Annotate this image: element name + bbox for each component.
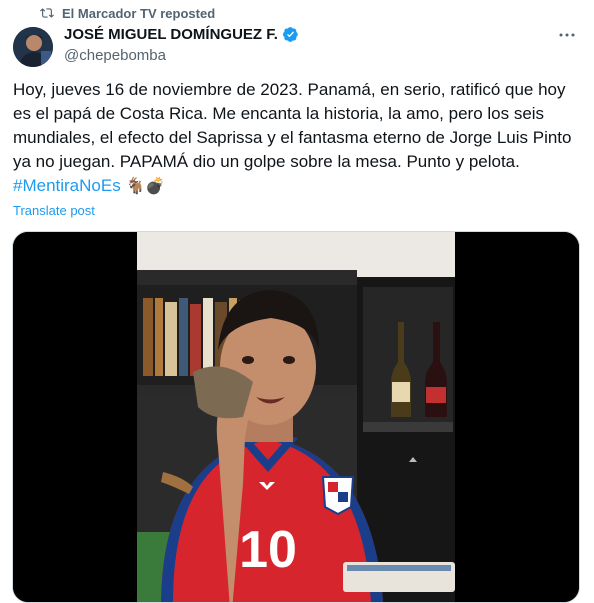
jersey-number: 10 [239,521,297,579]
author-handle[interactable]: @chepebomba [64,47,166,64]
author-name[interactable]: JOSÉ MIGUEL DOMÍNGUEZ F. [64,26,278,43]
post-text: Hoy, jueves 16 de noviembre de 2023. Pan… [13,78,583,198]
post-body: Hoy, jueves 16 de noviembre de 2023. Pan… [13,80,572,171]
post-emojis: 🐐💣 [125,176,166,195]
repost-icon [40,8,54,18]
more-options-icon[interactable] [558,26,576,44]
hashtag-link[interactable]: #MentiraNoEs [13,176,121,195]
repost-text: El Marcador TV reposted [62,5,216,21]
translate-post-link[interactable]: Translate post [13,203,95,218]
video-media[interactable]: 10 [12,231,580,603]
author-avatar[interactable] [13,27,53,67]
repost-indicator[interactable]: El Marcador TV reposted [40,4,215,22]
verified-badge-icon [282,27,298,42]
author-name-row[interactable]: JOSÉ MIGUEL DOMÍNGUEZ F. [64,26,299,43]
